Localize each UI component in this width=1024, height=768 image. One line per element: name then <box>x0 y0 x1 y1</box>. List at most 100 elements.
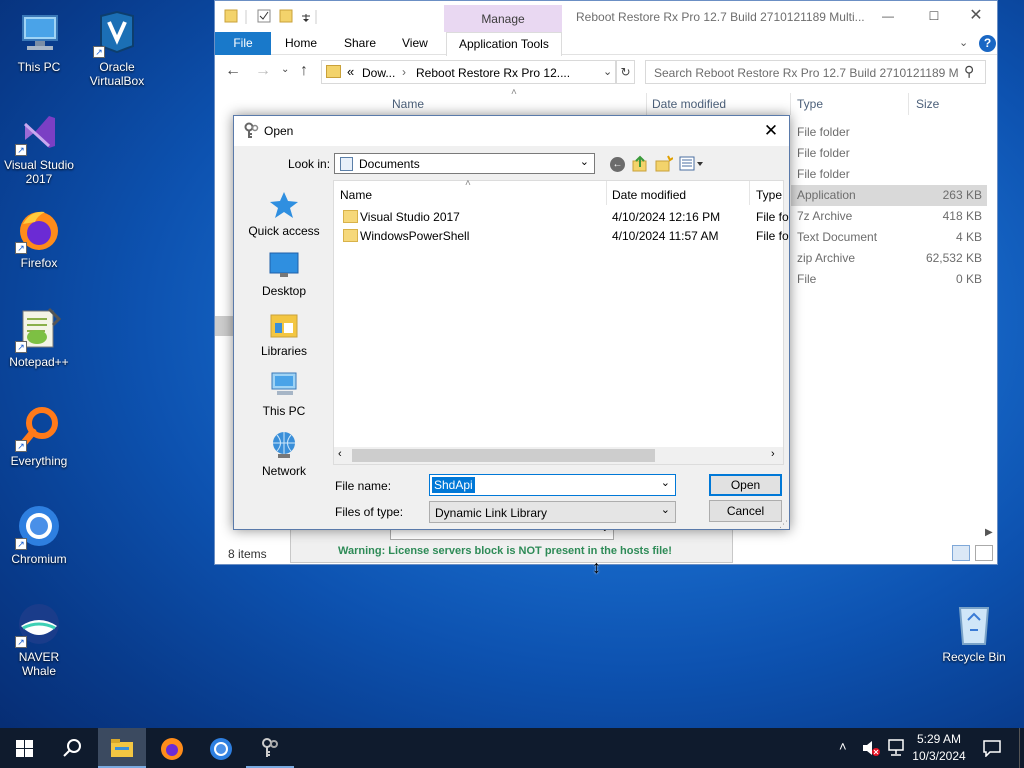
table-row[interactable]: 7z Archive 418 KB <box>791 206 987 227</box>
desktop-icon-chromium[interactable]: ↗ Chromium <box>1 502 77 566</box>
notifications-icon[interactable] <box>982 739 1002 757</box>
file-name-input[interactable]: ShdApi ⌄ <box>429 474 676 496</box>
table-row[interactable]: File 0 KB <box>791 269 987 290</box>
open-file-dialog[interactable]: Open ✕ Look in: Documents ⌄ ← Quick acce… <box>233 115 790 530</box>
tab-home[interactable]: Home <box>273 32 329 55</box>
look-in-dropdown[interactable]: Documents ⌄ <box>334 153 595 174</box>
maximize-button[interactable]: ☐ <box>911 1 957 31</box>
files-of-type-dropdown[interactable]: Dynamic Link Library ⌄ <box>429 501 676 523</box>
cancel-button[interactable]: Cancel <box>709 500 782 522</box>
desktop-icon-naver-whale[interactable]: ↗ NAVER Whale <box>1 600 77 678</box>
scroll-left-arrow-icon[interactable]: ‹ <box>338 448 342 460</box>
place-label: This PC <box>262 404 306 418</box>
speaker-muted-icon[interactable] <box>862 740 880 756</box>
show-hidden-icons-chevron-icon[interactable]: ˄ <box>839 739 847 754</box>
start-button[interactable] <box>0 728 48 768</box>
ribbon-expand-chevron-icon[interactable]: ⌄ <box>959 36 968 49</box>
table-row[interactable]: File folder <box>791 164 987 185</box>
clock-date[interactable]: 10/3/2024 <box>908 749 970 763</box>
large-icons-view-icon[interactable] <box>975 545 993 561</box>
up-arrow-icon[interactable]: ↑ <box>300 62 308 80</box>
nav-pane-scrollbar[interactable] <box>215 316 233 336</box>
new-folder-icon[interactable] <box>655 155 673 173</box>
column-size[interactable]: Size <box>916 97 939 111</box>
row-type: File folder <box>797 125 850 139</box>
address-dropdown-chevron-icon[interactable]: ⌄ <box>603 65 612 78</box>
back-arrow-icon[interactable]: ← <box>225 62 241 80</box>
column-type[interactable]: Type <box>797 97 823 111</box>
help-icon[interactable]: ? <box>979 35 996 52</box>
dropdown-chevron-icon[interactable]: ⌄ <box>661 476 670 489</box>
scroll-right-arrow-icon[interactable]: ▶ <box>985 527 993 538</box>
desktop-icon-everything[interactable]: ↗ Everything <box>1 404 77 468</box>
desktop-icon-label: Recycle Bin <box>942 650 1006 664</box>
place-libraries[interactable]: Libraries <box>242 309 326 358</box>
search-box[interactable]: Search Reboot Restore Rx Pro 12.7 Build … <box>645 60 986 84</box>
place-network[interactable]: Network <box>242 429 326 478</box>
clock-time[interactable]: 5:29 AM <box>911 732 967 746</box>
place-desktop[interactable]: Desktop <box>242 249 326 298</box>
dialog-close-button[interactable]: ✕ <box>756 119 786 143</box>
recent-chevron-icon[interactable]: ⌄ <box>281 64 289 75</box>
taskbar-chromium[interactable] <box>197 728 245 768</box>
desktop-icon-firefox[interactable]: ↗ Firefox <box>1 206 77 270</box>
tab-view[interactable]: View <box>390 32 440 55</box>
list-item[interactable]: WindowsPowerShell 4/10/2024 11:57 AM Fil… <box>338 227 789 246</box>
place-this-pc[interactable]: This PC <box>242 369 326 418</box>
file-list[interactable]: ˄ Name Date modified Type Visual Studio … <box>333 178 789 465</box>
address-segment-downloads[interactable]: Dow... <box>362 66 395 80</box>
taskbar-firefox[interactable] <box>148 728 196 768</box>
desktop-icon-this-pc[interactable]: This PC <box>1 10 77 74</box>
column-divider[interactable] <box>790 93 791 115</box>
column-type[interactable]: Type <box>756 188 782 202</box>
row-size: 263 KB <box>942 188 982 202</box>
column-divider[interactable] <box>908 93 909 115</box>
open-button[interactable]: Open <box>709 474 782 496</box>
column-name[interactable]: Name <box>392 97 424 111</box>
details-view-icon[interactable] <box>952 545 970 561</box>
table-row[interactable]: zip Archive 62,532 KB <box>791 248 987 269</box>
minimize-button[interactable]: — <box>865 1 911 31</box>
address-bar[interactable]: « Dow... › Reboot Restore Rx Pro 12.... … <box>321 60 616 84</box>
search-button[interactable] <box>48 728 96 768</box>
resize-grip-icon[interactable]: ⋰ <box>779 519 788 530</box>
network-icon[interactable] <box>886 739 906 757</box>
back-nav-icon[interactable]: ← <box>610 157 625 172</box>
close-button[interactable]: ✕ <box>953 1 999 31</box>
show-desktop-button[interactable] <box>1019 728 1024 768</box>
desktop-icon-visual-studio[interactable]: ↗ Visual Studio 2017 <box>1 108 77 186</box>
column-date-modified[interactable]: Date modified <box>612 188 686 202</box>
place-quick-access[interactable]: Quick access <box>242 189 326 238</box>
horizontal-scrollbar[interactable]: ‹ › <box>334 447 783 464</box>
address-segment-current[interactable]: Reboot Restore Rx Pro 12.... <box>416 66 570 80</box>
tab-share[interactable]: Share <box>332 32 388 55</box>
taskbar-file-explorer[interactable] <box>98 728 146 768</box>
search-icon: ⚲ <box>964 63 975 79</box>
table-row[interactable]: File folder <box>791 143 987 164</box>
refresh-button[interactable]: ↻ <box>616 60 635 84</box>
scrollbar-thumb[interactable] <box>352 449 655 462</box>
table-row[interactable]: Text Document 4 KB <box>791 227 987 248</box>
up-one-level-icon[interactable] <box>632 155 648 173</box>
table-row-selected[interactable]: Application 263 KB <box>791 185 987 206</box>
tab-application-tools[interactable]: Application Tools <box>446 32 562 56</box>
desktop-icon-notepadpp[interactable]: ↗ Notepad++ <box>1 305 77 369</box>
column-divider[interactable] <box>606 181 607 205</box>
tab-file[interactable]: File <box>215 32 271 55</box>
forward-arrow-icon[interactable]: → <box>255 62 271 80</box>
column-date-modified[interactable]: Date modified <box>652 97 726 111</box>
column-name[interactable]: Name <box>340 188 372 202</box>
list-item[interactable]: Visual Studio 2017 4/10/2024 12:16 PM Fi… <box>338 208 789 227</box>
explorer-title-bar[interactable]: Manage Reboot Restore Rx Pro 12.7 Build … <box>215 1 999 55</box>
column-divider[interactable] <box>749 181 750 205</box>
view-menu-icon[interactable] <box>679 156 705 172</box>
dialog-title-bar[interactable]: Open ✕ <box>234 116 789 146</box>
desktop-icon-virtualbox[interactable]: ↗ Oracle VirtualBox <box>79 10 155 88</box>
desktop-icon-recycle-bin[interactable]: Recycle Bin <box>936 600 1012 664</box>
address-overflow[interactable]: « <box>347 64 354 79</box>
column-divider[interactable] <box>646 93 647 115</box>
quick-access-toolbar-icons[interactable] <box>224 8 334 26</box>
table-row[interactable]: File folder <box>791 122 987 143</box>
scroll-right-arrow-icon[interactable]: › <box>771 448 775 460</box>
taskbar-keys-app[interactable] <box>246 728 294 768</box>
